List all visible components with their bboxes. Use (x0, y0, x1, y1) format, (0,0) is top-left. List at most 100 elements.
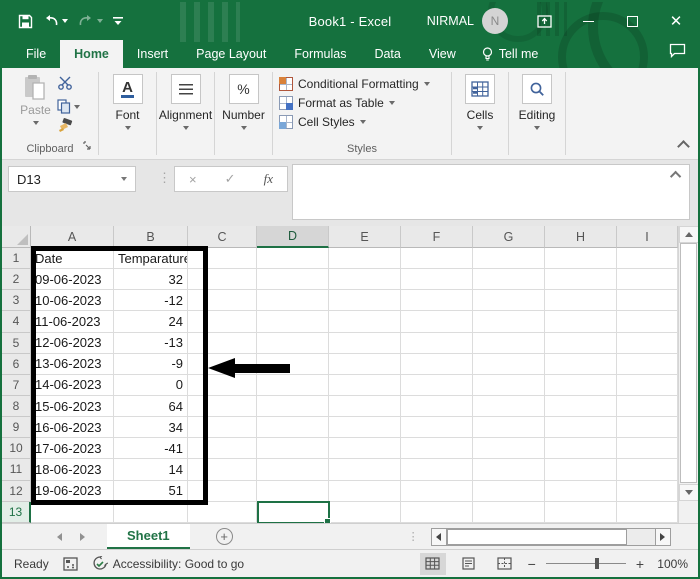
cell-A13[interactable] (31, 501, 114, 523)
cell-C10[interactable] (188, 438, 257, 460)
row-header-4[interactable]: 4 (2, 311, 31, 333)
cell-H10[interactable] (545, 438, 617, 460)
cell-E11[interactable] (329, 459, 401, 481)
cell-C8[interactable] (188, 395, 257, 418)
cell-H4[interactable] (545, 311, 617, 333)
row-header-13[interactable]: 13 (2, 501, 31, 523)
cell-I2[interactable] (617, 269, 678, 291)
row-header-3[interactable]: 3 (2, 290, 31, 312)
format-as-table-button[interactable]: Format as Table (279, 93, 395, 112)
collapse-ribbon-icon[interactable] (677, 140, 690, 153)
cell-I9[interactable] (617, 417, 678, 439)
cell-A10[interactable]: 17-06-2023 (31, 438, 114, 460)
cell-F6[interactable] (401, 353, 473, 375)
cell-B8[interactable]: 64 (114, 395, 188, 418)
page-break-view-icon[interactable] (492, 553, 518, 575)
zoom-out-icon[interactable]: − (528, 556, 536, 572)
cell-H11[interactable] (545, 459, 617, 481)
cell-C3[interactable] (188, 290, 257, 312)
conditional-formatting-button[interactable]: Conditional Formatting (279, 74, 430, 93)
avatar[interactable]: N (482, 8, 508, 34)
editing-dropdown-icon[interactable] (534, 126, 540, 130)
cell-I11[interactable] (617, 459, 678, 481)
sheet-tab-sheet1[interactable]: Sheet1 (107, 523, 190, 550)
column-header-E[interactable]: E (329, 226, 401, 248)
cell-A5[interactable]: 12-06-2023 (31, 332, 114, 354)
cell-E9[interactable] (329, 417, 401, 439)
row-header-7[interactable]: 7 (2, 374, 31, 396)
number-dropdown-icon[interactable] (240, 126, 247, 130)
cell-H5[interactable] (545, 332, 617, 354)
cell-H13[interactable] (545, 501, 617, 523)
vertical-scroll-thumb[interactable] (680, 243, 697, 483)
horizontal-scrollbar[interactable] (430, 527, 671, 546)
vertical-scrollbar[interactable] (678, 226, 698, 523)
cell-I8[interactable] (617, 395, 678, 418)
cell-F13[interactable] (401, 501, 473, 523)
cell-G4[interactable] (473, 311, 545, 333)
collapse-formula-bar-icon[interactable] (669, 170, 682, 183)
cell-C13[interactable] (188, 501, 257, 523)
font-dropdown-icon[interactable] (124, 126, 131, 130)
copy-button[interactable] (57, 99, 80, 114)
cancel-icon[interactable]: × (189, 172, 197, 187)
row-header-9[interactable]: 9 (2, 417, 31, 439)
cell-D3[interactable] (257, 290, 329, 312)
user-name[interactable]: NIRMAL (427, 14, 474, 28)
cells-group[interactable]: Cells (452, 68, 508, 159)
paste-button[interactable]: Paste (20, 74, 51, 138)
column-header-A[interactable]: A (31, 226, 114, 248)
cell-C12[interactable] (188, 480, 257, 502)
page-layout-view-icon[interactable] (456, 553, 482, 575)
cell-B11[interactable]: 14 (114, 459, 188, 481)
cell-F4[interactable] (401, 311, 473, 333)
cell-E7[interactable] (329, 374, 401, 396)
cell-A8[interactable]: 15-06-2023 (31, 395, 114, 418)
selected-cell-outline[interactable] (257, 501, 331, 525)
cell-H12[interactable] (545, 480, 617, 502)
insert-function-icon[interactable]: fx (264, 171, 273, 187)
cell-E8[interactable] (329, 395, 401, 418)
column-header-G[interactable]: G (473, 226, 545, 248)
conditional-formatting-dropdown-icon[interactable] (423, 82, 430, 86)
cell-B1[interactable]: Temparature (114, 248, 188, 270)
cell-D9[interactable] (257, 417, 329, 439)
cell-G10[interactable] (473, 438, 545, 460)
cell-styles-button[interactable]: Cell Styles (279, 112, 366, 131)
cell-I4[interactable] (617, 311, 678, 333)
cell-D10[interactable] (257, 438, 329, 460)
cell-H3[interactable] (545, 290, 617, 312)
ribbon-display-icon[interactable] (522, 2, 566, 40)
cell-G11[interactable] (473, 459, 545, 481)
comment-icon[interactable] (669, 43, 686, 63)
column-header-I[interactable]: I (617, 226, 678, 248)
cell-A1[interactable]: Date (31, 248, 114, 270)
cells-dropdown-icon[interactable] (477, 126, 483, 130)
cell-D8[interactable] (257, 395, 329, 418)
column-header-C[interactable]: C (188, 226, 257, 248)
editing-group[interactable]: Editing (509, 68, 565, 159)
zoom-slider-thumb[interactable] (595, 558, 600, 569)
zoom-slider[interactable] (545, 558, 626, 569)
alignment-dropdown-icon[interactable] (182, 126, 189, 130)
cell-I7[interactable] (617, 374, 678, 396)
cell-A4[interactable]: 11-06-2023 (31, 311, 114, 333)
dialog-launcher-icon[interactable] (83, 137, 92, 155)
cell-F12[interactable] (401, 480, 473, 502)
cell-A6[interactable]: 13-06-2023 (31, 353, 114, 375)
cell-F1[interactable] (401, 248, 473, 270)
cell-B13[interactable] (114, 501, 188, 523)
cell-G7[interactable] (473, 374, 545, 396)
cell-I3[interactable] (617, 290, 678, 312)
cell-E4[interactable] (329, 311, 401, 333)
cell-E12[interactable] (329, 480, 401, 502)
row-header-5[interactable]: 5 (2, 332, 31, 354)
scroll-left-icon[interactable] (430, 527, 447, 546)
cell-G2[interactable] (473, 269, 545, 291)
cell-I13[interactable] (617, 501, 678, 523)
column-header-F[interactable]: F (401, 226, 473, 248)
prev-sheet-icon[interactable] (57, 532, 62, 541)
cell-E1[interactable] (329, 248, 401, 270)
formula-input[interactable] (292, 164, 690, 220)
cell-A2[interactable]: 09-06-2023 (31, 269, 114, 291)
